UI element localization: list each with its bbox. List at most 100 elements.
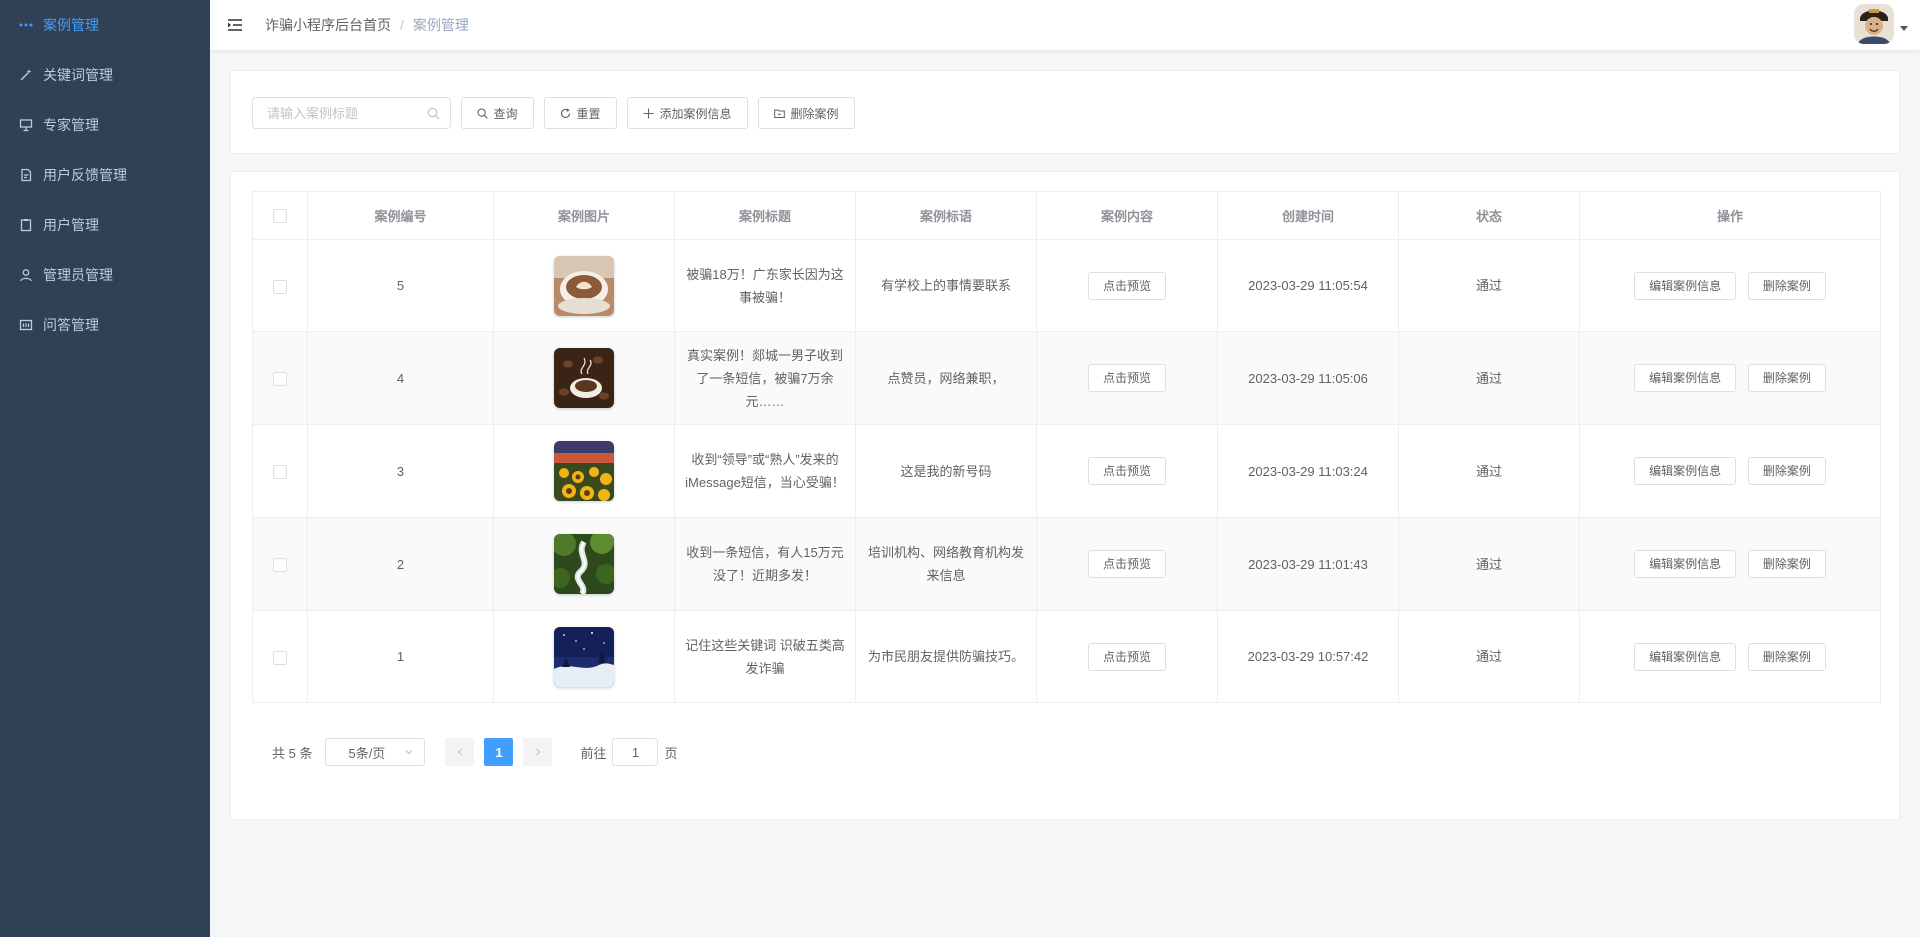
user-avatar-dropdown[interactable]: [1854, 4, 1908, 44]
user-icon: [19, 268, 33, 282]
column-header: 案例编号: [307, 191, 494, 240]
goto-suffix: 页: [664, 745, 678, 761]
created-time-cell: 2023-03-29 11:03:24: [1217, 424, 1399, 518]
sidebar-item-case-management[interactable]: 案例管理: [0, 0, 210, 50]
case-title-cell: 收到一条短信，有人15万元没了！近期多发！: [674, 517, 856, 611]
search-field[interactable]: [252, 97, 451, 129]
case-thumbnail-sunflowers[interactable]: [554, 441, 614, 501]
search-icon[interactable]: [427, 107, 440, 120]
row-checkbox[interactable]: [273, 558, 287, 573]
row-select-cell: [252, 610, 308, 703]
more-dots-icon: [19, 18, 33, 32]
row-checkbox[interactable]: [273, 465, 287, 480]
actions-cell: 编辑案例信息 删除案例: [1579, 331, 1881, 425]
case-table-panel: 案例编号 案例图片 案例标题 案例标语 案例内容 创建时间 状态 操作 5 被骗…: [230, 171, 1900, 820]
preview-button[interactable]: 点击预览: [1087, 550, 1166, 578]
page-size-select[interactable]: 5条/页: [325, 738, 426, 766]
delete-case-row-button[interactable]: 删除案例: [1747, 642, 1826, 671]
avatar[interactable]: [1854, 4, 1894, 44]
case-content-cell: 点击预览: [1036, 239, 1218, 332]
case-thumbnail-forest-stream[interactable]: [554, 534, 614, 594]
query-button[interactable]: 查询: [461, 97, 534, 129]
next-page-button[interactable]: [523, 738, 553, 766]
sidebar-item-label: 管理员管理: [43, 267, 113, 283]
breadcrumb-current: 案例管理: [412, 17, 469, 33]
sidebar-item-qa-management[interactable]: 问答管理: [0, 300, 210, 350]
delete-case-row-button[interactable]: 删除案例: [1747, 364, 1826, 392]
case-image-cell: [493, 239, 675, 332]
case-image-cell: [493, 331, 675, 425]
status-cell: 通过: [1398, 424, 1580, 518]
created-time-cell: 2023-03-29 11:05:54: [1217, 239, 1399, 332]
case-thumbnail-coffee-beans[interactable]: [554, 348, 614, 408]
sidebar-item-keyword-management[interactable]: 关键词管理: [0, 50, 210, 100]
column-header: 案例内容: [1036, 191, 1218, 240]
preview-button[interactable]: 点击预览: [1087, 457, 1166, 485]
preview-button[interactable]: 点击预览: [1087, 642, 1166, 671]
row-select-cell: [252, 517, 308, 611]
row-checkbox[interactable]: [273, 372, 287, 387]
row-checkbox[interactable]: [273, 650, 287, 665]
search-input[interactable]: [267, 105, 427, 121]
select-all-checkbox[interactable]: [273, 209, 287, 224]
case-slogan-cell: 为市民朋友提供防骗技巧。: [855, 610, 1037, 703]
breadcrumb-home-link[interactable]: 诈骗小程序后台首页: [265, 15, 391, 35]
created-time-cell: 2023-03-29 11:01:43: [1217, 517, 1399, 611]
created-time-cell: 2023-03-29 11:05:06: [1217, 331, 1399, 425]
sidebar-item-feedback-management[interactable]: 用户反馈管理: [0, 150, 210, 200]
sidebar-item-label: 问答管理: [43, 317, 99, 333]
menu-fold-icon[interactable]: [227, 17, 243, 33]
table-row: 5 被骗18万！广东家长因为这事被骗！ 有学校上的事情要联系 点击预览 2023…: [252, 239, 1881, 332]
sidebar-item-admin-management[interactable]: 管理员管理: [0, 250, 210, 300]
edit-case-button[interactable]: 编辑案例信息: [1634, 457, 1737, 485]
folder-delete-icon: [774, 109, 786, 118]
delete-case-row-button[interactable]: 删除案例: [1747, 550, 1826, 578]
chevron-down-icon: [406, 750, 413, 755]
edit-case-button[interactable]: 编辑案例信息: [1634, 642, 1737, 671]
sidebar-item-label: 专家管理: [43, 117, 99, 133]
goto-page-input[interactable]: 1: [612, 738, 659, 766]
row-checkbox[interactable]: [273, 279, 287, 294]
chevron-right-icon: [536, 748, 541, 756]
reset-label: 重置: [576, 106, 601, 121]
case-title-cell: 收到“领导”或“熟人”发来的iMessage短信，当心受骗！: [674, 424, 856, 518]
delete-case-row-button[interactable]: 删除案例: [1747, 457, 1826, 485]
actions-cell: 编辑案例信息 删除案例: [1579, 424, 1881, 518]
table-row: 4 真实案例！郯城一男子收到了一条短信，被骗7万余元…… 点赞员，网络兼职， 点…: [252, 331, 1881, 425]
case-thumbnail-coffee-latte[interactable]: [554, 255, 614, 316]
add-case-button[interactable]: 添加案例信息: [627, 97, 748, 129]
refresh-icon: [561, 107, 571, 118]
edit-case-button[interactable]: 编辑案例信息: [1634, 271, 1737, 300]
actions-cell: 编辑案例信息 删除案例: [1579, 239, 1881, 332]
case-image-cell: [493, 517, 675, 611]
delete-case-row-button[interactable]: 删除案例: [1747, 271, 1826, 300]
case-slogan-cell: 点赞员，网络兼职，: [855, 331, 1037, 425]
column-header: 案例标题: [674, 191, 856, 240]
case-thumbnail-snowy-night[interactable]: [554, 626, 614, 687]
case-content-cell: 点击预览: [1036, 517, 1218, 611]
table-row: 1 记住这些关键词 识破五类高发诈骗 为市民朋友提供防骗技巧。 点击预览 202…: [252, 610, 1881, 703]
breadcrumb-separator: /: [400, 17, 404, 33]
sidebar-item-expert-management[interactable]: 专家管理: [0, 100, 210, 150]
status-cell: 通过: [1398, 331, 1580, 425]
delete-case-button[interactable]: 删除案例: [758, 97, 855, 129]
sidebar-item-user-management[interactable]: 用户管理: [0, 200, 210, 250]
edit-case-button[interactable]: 编辑案例信息: [1634, 550, 1737, 578]
caret-down-icon[interactable]: [1900, 25, 1908, 31]
column-header: 状态: [1398, 191, 1580, 240]
page-number-active[interactable]: 1: [484, 738, 514, 766]
prev-page-button[interactable]: [445, 738, 475, 766]
magic-wand-icon: [19, 68, 33, 82]
preview-button[interactable]: 点击预览: [1087, 364, 1166, 392]
list-panel-icon: [19, 318, 33, 332]
sidebar: 案例管理 关键词管理 专家管理 用户反馈管理 用户管理 管理员管理 问答管理: [0, 0, 210, 937]
status-cell: 通过: [1398, 610, 1580, 703]
case-title-cell: 记住这些关键词 识破五类高发诈骗: [674, 610, 856, 703]
column-header: 案例图片: [493, 191, 675, 240]
edit-case-button[interactable]: 编辑案例信息: [1634, 364, 1737, 392]
goto-prefix: 前往: [580, 745, 607, 761]
column-header: 案例标语: [855, 191, 1037, 240]
row-select-cell: [252, 331, 308, 425]
preview-button[interactable]: 点击预览: [1087, 271, 1166, 300]
reset-button[interactable]: 重置: [544, 97, 617, 129]
